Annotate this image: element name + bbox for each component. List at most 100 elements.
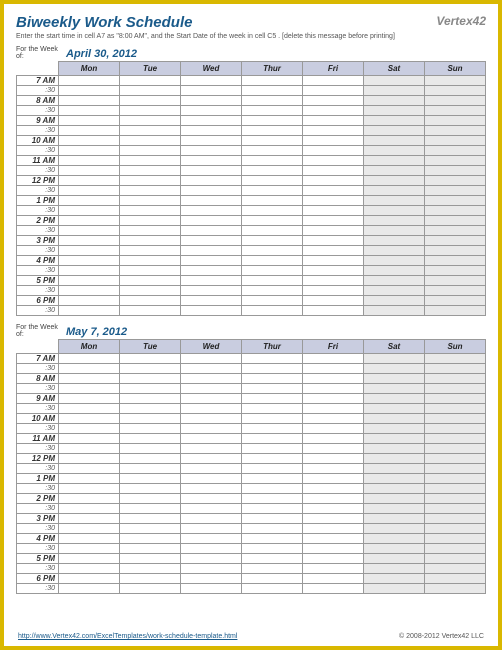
schedule-cell[interactable]: [364, 434, 425, 444]
schedule-cell[interactable]: [364, 394, 425, 404]
schedule-cell[interactable]: [364, 494, 425, 504]
schedule-cell[interactable]: [181, 414, 242, 424]
schedule-cell[interactable]: [303, 176, 364, 186]
schedule-cell[interactable]: [59, 454, 120, 464]
schedule-cell[interactable]: [242, 196, 303, 206]
schedule-cell[interactable]: [242, 156, 303, 166]
schedule-cell[interactable]: [181, 424, 242, 434]
schedule-cell[interactable]: [59, 206, 120, 216]
schedule-cell[interactable]: [303, 484, 364, 494]
schedule-cell[interactable]: [120, 136, 181, 146]
schedule-cell[interactable]: [242, 136, 303, 146]
schedule-cell[interactable]: [59, 306, 120, 316]
schedule-cell[interactable]: [59, 544, 120, 554]
schedule-cell[interactable]: [242, 414, 303, 424]
schedule-cell[interactable]: [59, 534, 120, 544]
schedule-cell[interactable]: [181, 156, 242, 166]
schedule-cell[interactable]: [120, 186, 181, 196]
schedule-cell[interactable]: [59, 474, 120, 484]
schedule-cell[interactable]: [181, 136, 242, 146]
schedule-cell[interactable]: [425, 196, 486, 206]
schedule-cell[interactable]: [242, 76, 303, 86]
schedule-cell[interactable]: [120, 484, 181, 494]
schedule-cell[interactable]: [59, 484, 120, 494]
schedule-cell[interactable]: [242, 354, 303, 364]
schedule-cell[interactable]: [120, 454, 181, 464]
schedule-cell[interactable]: [120, 404, 181, 414]
schedule-cell[interactable]: [364, 474, 425, 484]
schedule-cell[interactable]: [303, 554, 364, 564]
schedule-cell[interactable]: [425, 186, 486, 196]
schedule-cell[interactable]: [303, 76, 364, 86]
schedule-cell[interactable]: [425, 176, 486, 186]
schedule-cell[interactable]: [120, 86, 181, 96]
schedule-cell[interactable]: [59, 384, 120, 394]
schedule-cell[interactable]: [364, 106, 425, 116]
schedule-cell[interactable]: [242, 226, 303, 236]
schedule-cell[interactable]: [425, 76, 486, 86]
schedule-cell[interactable]: [364, 574, 425, 584]
schedule-cell[interactable]: [303, 126, 364, 136]
schedule-cell[interactable]: [181, 176, 242, 186]
schedule-cell[interactable]: [181, 216, 242, 226]
schedule-cell[interactable]: [120, 116, 181, 126]
schedule-cell[interactable]: [181, 146, 242, 156]
schedule-cell[interactable]: [364, 126, 425, 136]
schedule-cell[interactable]: [364, 524, 425, 534]
schedule-cell[interactable]: [59, 236, 120, 246]
schedule-cell[interactable]: [303, 494, 364, 504]
schedule-cell[interactable]: [181, 494, 242, 504]
schedule-cell[interactable]: [303, 584, 364, 594]
schedule-cell[interactable]: [303, 524, 364, 534]
schedule-cell[interactable]: [425, 584, 486, 594]
schedule-cell[interactable]: [120, 444, 181, 454]
schedule-cell[interactable]: [364, 166, 425, 176]
schedule-cell[interactable]: [364, 76, 425, 86]
schedule-cell[interactable]: [364, 116, 425, 126]
schedule-cell[interactable]: [181, 354, 242, 364]
schedule-cell[interactable]: [120, 494, 181, 504]
schedule-cell[interactable]: [181, 524, 242, 534]
schedule-cell[interactable]: [242, 364, 303, 374]
schedule-cell[interactable]: [425, 554, 486, 564]
schedule-cell[interactable]: [120, 276, 181, 286]
schedule-cell[interactable]: [425, 236, 486, 246]
schedule-cell[interactable]: [364, 374, 425, 384]
schedule-cell[interactable]: [425, 354, 486, 364]
schedule-cell[interactable]: [120, 126, 181, 136]
schedule-cell[interactable]: [181, 186, 242, 196]
schedule-cell[interactable]: [120, 306, 181, 316]
schedule-cell[interactable]: [425, 414, 486, 424]
schedule-cell[interactable]: [120, 286, 181, 296]
schedule-cell[interactable]: [181, 236, 242, 246]
schedule-cell[interactable]: [242, 266, 303, 276]
footer-link[interactable]: http://www.Vertex42.com/ExcelTemplates/w…: [18, 633, 237, 640]
schedule-cell[interactable]: [425, 434, 486, 444]
schedule-cell[interactable]: [59, 176, 120, 186]
schedule-cell[interactable]: [242, 524, 303, 534]
schedule-cell[interactable]: [425, 544, 486, 554]
schedule-cell[interactable]: [242, 514, 303, 524]
schedule-cell[interactable]: [181, 394, 242, 404]
schedule-cell[interactable]: [364, 554, 425, 564]
schedule-cell[interactable]: [181, 256, 242, 266]
schedule-cell[interactable]: [181, 444, 242, 454]
schedule-cell[interactable]: [364, 464, 425, 474]
schedule-cell[interactable]: [425, 206, 486, 216]
schedule-cell[interactable]: [425, 296, 486, 306]
schedule-cell[interactable]: [303, 216, 364, 226]
schedule-cell[interactable]: [242, 474, 303, 484]
schedule-cell[interactable]: [120, 554, 181, 564]
schedule-cell[interactable]: [303, 454, 364, 464]
schedule-cell[interactable]: [59, 76, 120, 86]
schedule-cell[interactable]: [364, 296, 425, 306]
schedule-cell[interactable]: [364, 514, 425, 524]
schedule-cell[interactable]: [181, 554, 242, 564]
schedule-cell[interactable]: [120, 504, 181, 514]
schedule-cell[interactable]: [303, 166, 364, 176]
schedule-cell[interactable]: [303, 474, 364, 484]
schedule-cell[interactable]: [181, 286, 242, 296]
schedule-cell[interactable]: [364, 136, 425, 146]
schedule-cell[interactable]: [120, 574, 181, 584]
schedule-cell[interactable]: [425, 464, 486, 474]
